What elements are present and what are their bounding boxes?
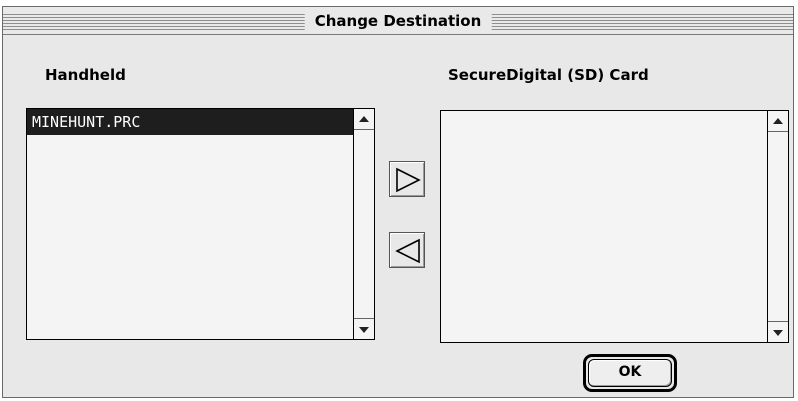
handheld-list-items: MINEHUNT.PRC — [27, 109, 353, 339]
scroll-down-arrow-icon[interactable] — [354, 318, 374, 339]
window-title: Change Destination — [304, 10, 492, 32]
sd-card-scrollbar[interactable] — [767, 111, 788, 342]
ok-button[interactable]: OK — [583, 354, 677, 392]
handheld-list[interactable]: MINEHUNT.PRC — [26, 108, 375, 340]
triangle-right-icon — [396, 167, 421, 193]
scroll-up-arrow-icon[interactable] — [768, 111, 788, 132]
handheld-label: Handheld — [45, 66, 126, 84]
handheld-scrollbar[interactable] — [353, 109, 374, 339]
triangle-left-icon — [395, 238, 420, 264]
scroll-up-arrow-icon[interactable] — [354, 109, 374, 130]
sd-card-list[interactable] — [440, 110, 789, 343]
sd-card-list-items — [441, 111, 767, 342]
move-right-button[interactable] — [389, 161, 425, 197]
move-left-button[interactable] — [389, 232, 425, 268]
list-item-minehunt[interactable]: MINEHUNT.PRC — [27, 109, 353, 135]
ok-button-label: OK — [588, 359, 672, 387]
sd-card-label: SecureDigital (SD) Card — [448, 66, 649, 84]
change-destination-dialog: Change Destination Handheld SecureDigita… — [2, 6, 794, 398]
title-bar[interactable]: Change Destination — [3, 7, 793, 35]
scroll-down-arrow-icon[interactable] — [768, 321, 788, 342]
